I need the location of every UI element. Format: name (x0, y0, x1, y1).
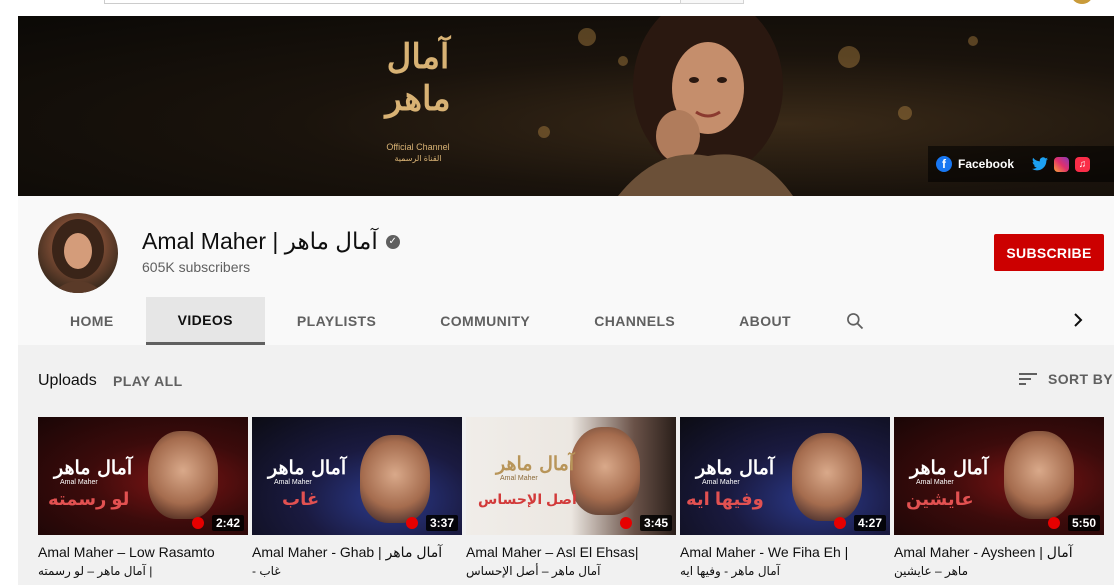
video-title[interactable]: Amal Maher - Aysheen | آمال ماهر – عايشي… (894, 543, 1104, 583)
twitter-icon[interactable] (1032, 157, 1049, 171)
verified-icon: ✓ (385, 234, 400, 249)
thumbnail-logo-text: آمال ماهر (696, 457, 775, 479)
tab-videos[interactable]: VIDEOS (145, 297, 265, 345)
bokeh-light (538, 126, 550, 138)
thumbnail-portrait (1004, 431, 1074, 519)
vodafone-logo-icon (1048, 517, 1060, 529)
bokeh-light (838, 46, 860, 68)
search-input[interactable] (104, 0, 744, 4)
logo-subtitle-arabic: القناة الرسمية (394, 154, 442, 163)
vodafone-logo-icon (192, 517, 204, 529)
video-title-line: - غاب (252, 564, 281, 578)
video-title[interactable]: Amal Maher – Low Rasamto آمال ماهر – لو … (38, 543, 248, 583)
bokeh-light (898, 106, 912, 120)
subscriber-count: 605K subscribers (142, 259, 251, 275)
facebook-icon[interactable]: f (936, 156, 952, 172)
section-title: Uploads (38, 372, 97, 389)
search-icon[interactable] (823, 297, 887, 345)
thumbnail-song-title: وفيها ايه (686, 489, 764, 509)
video-thumbnail[interactable]: آمال ماهر Amal Maher غاب 3:37 (252, 417, 462, 535)
thumbnail-portrait (148, 431, 218, 519)
video-card[interactable]: آمال ماهر Amal Maher وفيها ايه 4:27 Amal… (680, 417, 890, 583)
video-title[interactable]: Amal Maher - We Fiha Eh | آمال ماهر - وف… (680, 543, 890, 583)
thumbnail-portrait (570, 427, 640, 515)
vodafone-logo-icon (406, 517, 418, 529)
logo-subtitle: Official Channel (386, 142, 450, 152)
logo-text: آمال ماهر (385, 37, 451, 119)
subscribe-button[interactable]: SUBSCRIBE (994, 234, 1104, 271)
sort-by-button[interactable]: SORT BY (1018, 371, 1113, 387)
bokeh-light (968, 36, 978, 46)
video-card[interactable]: آمال ماهر Amal Maher غاب 3:37 Amal Maher… (252, 417, 462, 583)
video-card[interactable]: آمال ماهر Amal Maher عايشين 5:50 Amal Ma… (894, 417, 1104, 583)
video-thumbnail[interactable]: آمال ماهر Amal Maher لو رسمته 2:42 (38, 417, 248, 535)
videos-grid-section: Uploads PLAY ALL SORT BY آمال ماهر Amal … (18, 345, 1114, 585)
tab-playlists[interactable]: PLAYLISTS (265, 297, 408, 345)
thumbnail-portrait (792, 433, 862, 521)
thumbnail-song-title: أصل الإحساس (478, 491, 577, 507)
video-title-line: Amal Maher - Aysheen | آمال (894, 544, 1073, 560)
instagram-icon[interactable] (1054, 156, 1070, 172)
channel-tabs: HOME VIDEOS PLAYLISTS COMMUNITY CHANNELS… (38, 297, 887, 345)
video-duration: 3:37 (425, 515, 458, 531)
tab-channels[interactable]: CHANNELS (562, 297, 707, 345)
video-title[interactable]: Amal Maher - Ghab | آمال ماهر - غاب (252, 543, 462, 583)
thumbnail-logo-text: آمال ماهر (54, 457, 133, 479)
thumbnail-song-title: لو رسمته (48, 489, 130, 509)
video-thumbnail[interactable]: آمال ماهر Amal Maher وفيها ايه 4:27 (680, 417, 890, 535)
channel-banner: آمال ماهر Official Channel القناة الرسمي… (18, 16, 1114, 196)
thumbnail-logo-subtitle: Amal Maher (60, 479, 98, 486)
video-duration: 3:45 (639, 515, 672, 531)
thumbnail-logo-subtitle: Amal Maher (274, 479, 312, 486)
thumbnail-song-title: غاب (282, 489, 320, 509)
video-title[interactable]: Amal Maher – Asl El Ehsas| آمال ماهر – أ… (466, 543, 676, 583)
vodafone-logo-icon (834, 517, 846, 529)
sort-by-label: SORT BY (1048, 371, 1114, 387)
channel-header: Amal Maher | آمال ماهر ✓ 605K subscriber… (18, 196, 1114, 345)
video-thumbnail[interactable]: آمال ماهر Amal Maher أصل الإحساس 3:45 (466, 417, 676, 535)
video-card[interactable]: آمال ماهر Amal Maher لو رسمته 2:42 Amal … (38, 417, 248, 583)
video-title-line: Amal Maher – Asl El Ehsas| (466, 544, 639, 560)
thumbnail-logo-text: آمال ماهر (496, 453, 575, 475)
video-title-line: آمال ماهر – لو رسمته | (38, 564, 153, 578)
top-bar (0, 0, 1114, 16)
search-button[interactable] (680, 0, 744, 4)
thumbnail-logo-subtitle: Amal Maher (916, 479, 954, 486)
facebook-link[interactable]: Facebook (958, 157, 1014, 171)
user-avatar[interactable] (1072, 0, 1092, 4)
video-duration: 4:27 (853, 515, 886, 531)
video-duration: 5:50 (1067, 515, 1100, 531)
channel-logo: آمال ماهر Official Channel القناة الرسمي… (368, 36, 468, 186)
thumbnail-logo-subtitle: Amal Maher (702, 479, 740, 486)
thumbnail-logo-subtitle: Amal Maher (500, 475, 538, 482)
video-title-line: آمال ماهر – أصل الإحساس (466, 564, 601, 578)
chevron-right-icon[interactable] (1066, 308, 1090, 332)
video-card[interactable]: آمال ماهر Amal Maher أصل الإحساس 3:45 Am… (466, 417, 676, 583)
channel-avatar[interactable] (38, 213, 118, 293)
thumbnail-logo-text: آمال ماهر (910, 457, 989, 479)
thumbnail-song-title: عايشين (906, 489, 974, 509)
sort-icon (1019, 373, 1037, 385)
video-title-line: Amal Maher - We Fiha Eh | (680, 544, 849, 560)
video-duration: 2:42 (211, 515, 244, 531)
tab-community[interactable]: COMMUNITY (408, 297, 562, 345)
video-title-line: آمال ماهر - وفيها ايه (680, 564, 780, 578)
tab-about[interactable]: ABOUT (707, 297, 823, 345)
thumbnail-portrait (360, 435, 430, 523)
tab-home[interactable]: HOME (38, 297, 146, 345)
play-all-button[interactable]: PLAY ALL (113, 373, 183, 389)
apple-music-icon[interactable]: ♫ (1075, 156, 1091, 172)
thumbnail-logo-text: آمال ماهر (268, 457, 347, 479)
singer-portrait (618, 16, 793, 196)
video-title-line: ماهر – عايشين (894, 564, 968, 578)
social-links: f Facebook ♫ (928, 146, 1114, 182)
channel-name-text: Amal Maher | آمال ماهر (142, 228, 378, 254)
video-title-line: Amal Maher – Low Rasamto (38, 544, 215, 560)
video-title-line: Amal Maher - Ghab | آمال ماهر (252, 544, 443, 560)
bokeh-light (578, 28, 596, 46)
channel-name: Amal Maher | آمال ماهر ✓ (142, 228, 400, 255)
video-thumbnail[interactable]: آمال ماهر Amal Maher عايشين 5:50 (894, 417, 1104, 535)
vodafone-logo-icon (620, 517, 632, 529)
